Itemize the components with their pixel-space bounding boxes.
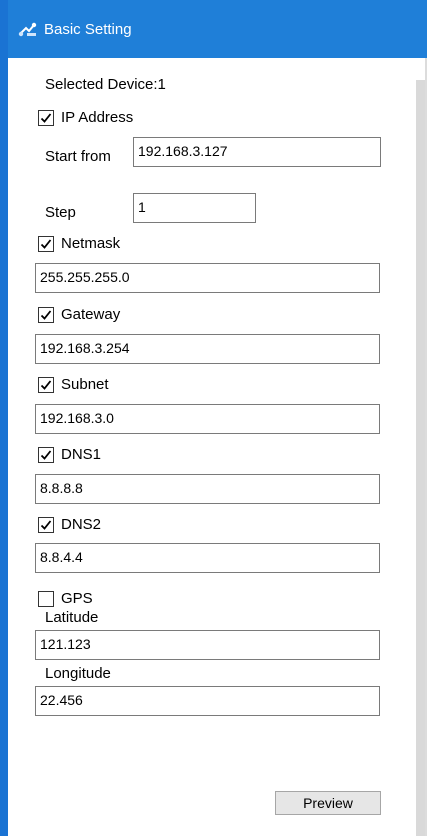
checkmark-icon bbox=[40, 380, 52, 390]
basic-setting-window: Basic Setting Selected Device:1 IP Addre… bbox=[0, 0, 427, 836]
vertical-scrollbar[interactable] bbox=[416, 80, 425, 836]
longitude-input[interactable]: 22.456 bbox=[35, 686, 380, 716]
dns2-checkbox[interactable] bbox=[38, 517, 54, 533]
gateway-label: Gateway bbox=[61, 306, 121, 323]
latitude-label: Latitude bbox=[45, 609, 99, 626]
network-settings-icon bbox=[18, 22, 38, 38]
window-left-border bbox=[0, 0, 8, 836]
dns1-input[interactable]: 8.8.8.8 bbox=[35, 474, 380, 504]
netmask-checkbox[interactable] bbox=[38, 236, 54, 252]
checkmark-icon bbox=[40, 310, 52, 320]
gps-checkbox[interactable] bbox=[38, 591, 54, 607]
subnet-input[interactable]: 192.168.3.0 bbox=[35, 404, 380, 434]
step-label: Step bbox=[45, 204, 76, 221]
dns1-label: DNS1 bbox=[61, 446, 102, 463]
selected-device-label: Selected Device:1 bbox=[45, 76, 166, 93]
ip-address-checkbox[interactable] bbox=[38, 110, 54, 126]
window-title: Basic Setting bbox=[44, 21, 132, 38]
netmask-label: Netmask bbox=[61, 235, 121, 252]
dns1-checkbox[interactable] bbox=[38, 447, 54, 463]
netmask-input[interactable]: 255.255.255.0 bbox=[35, 263, 380, 293]
gateway-checkbox[interactable] bbox=[38, 307, 54, 323]
checkmark-icon bbox=[40, 450, 52, 460]
start-from-label: Start from bbox=[45, 148, 111, 165]
start-from-input[interactable]: 192.168.3.127 bbox=[133, 137, 381, 167]
title-bar: Basic Setting bbox=[0, 0, 427, 58]
dns2-label: DNS2 bbox=[61, 516, 102, 533]
checkmark-icon bbox=[40, 113, 52, 123]
dns2-input[interactable]: 8.8.4.4 bbox=[35, 543, 380, 573]
checkmark-icon bbox=[40, 520, 52, 530]
subnet-label: Subnet bbox=[61, 376, 109, 393]
longitude-label: Longitude bbox=[45, 665, 111, 682]
preview-button[interactable]: Preview bbox=[275, 791, 381, 815]
step-input[interactable]: 1 bbox=[133, 193, 256, 223]
subnet-checkbox[interactable] bbox=[38, 377, 54, 393]
ip-address-label: IP Address bbox=[61, 109, 134, 126]
gps-label: GPS bbox=[61, 590, 93, 607]
gateway-input[interactable]: 192.168.3.254 bbox=[35, 334, 380, 364]
checkmark-icon bbox=[40, 239, 52, 249]
latitude-input[interactable]: 121.123 bbox=[35, 630, 380, 660]
